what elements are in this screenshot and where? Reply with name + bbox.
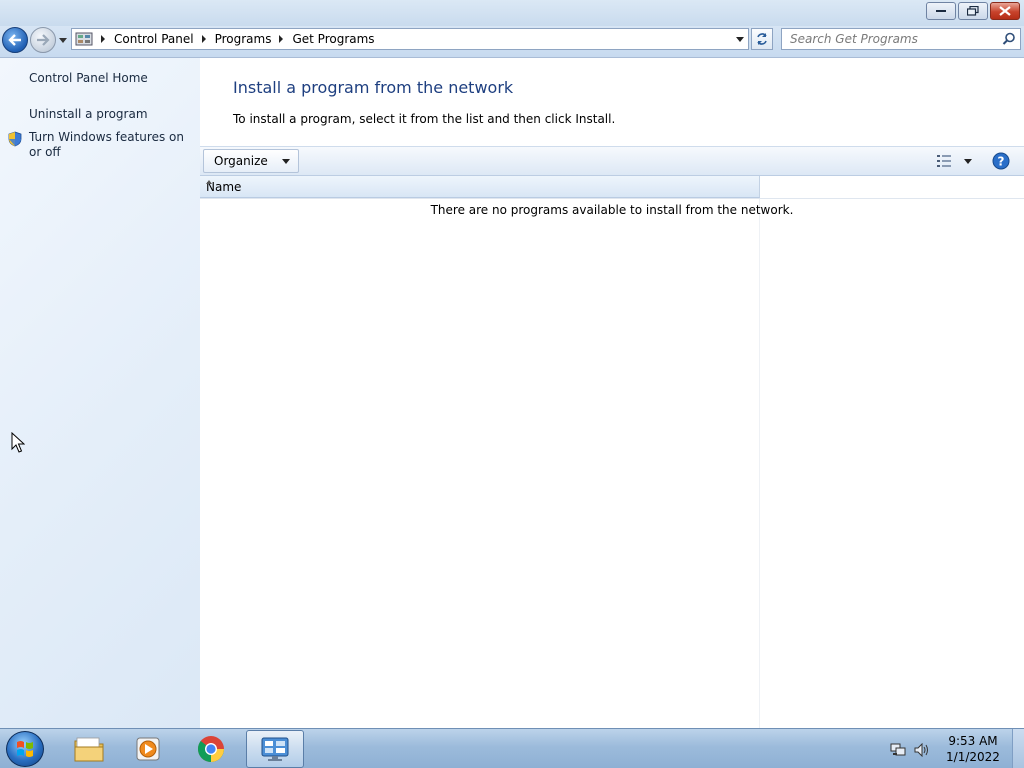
refresh-button[interactable] (751, 28, 773, 50)
control-panel-home-link[interactable]: Control Panel Home (29, 71, 148, 86)
media-player-icon (136, 737, 160, 761)
taskbar-clock[interactable]: 9:53 AM 1/1/2022 (942, 733, 1004, 765)
restore-button[interactable] (958, 2, 988, 20)
clock-time: 9:53 AM (948, 734, 998, 748)
breadcrumb-get-programs[interactable]: Get Programs (292, 32, 374, 46)
back-button[interactable] (2, 27, 28, 53)
main-content: Install a program from the network To in… (200, 58, 1024, 728)
search-icon[interactable] (1002, 32, 1016, 46)
close-icon (999, 6, 1011, 16)
restore-icon (967, 6, 979, 16)
uninstall-program-link[interactable]: Uninstall a program (29, 107, 148, 122)
clock-date: 1/1/2022 (946, 750, 1000, 764)
control-panel-icon (261, 737, 289, 761)
search-box (781, 28, 1021, 50)
change-view-icon[interactable] (936, 154, 952, 168)
navigation-bar: Control Panel Programs Get Programs (0, 26, 1024, 58)
page-header: Install a program from the network To in… (200, 58, 1024, 146)
minimize-button[interactable] (926, 2, 956, 20)
chrome-icon (197, 736, 225, 763)
taskbar-control-panel-button[interactable] (246, 730, 304, 768)
volume-icon[interactable] (914, 743, 930, 757)
page-instructions: To install a program, select it from the… (233, 112, 616, 126)
task-pane: Control Panel Home Uninstall a program T… (0, 58, 200, 728)
column-header-row: Name (200, 176, 1024, 199)
address-history-dropdown-icon[interactable] (736, 37, 744, 42)
chevron-down-icon (281, 159, 290, 164)
svg-text:?: ? (998, 155, 1005, 169)
sort-ascending-icon (206, 180, 212, 184)
close-button[interactable] (990, 2, 1020, 20)
breadcrumb-separator-icon[interactable] (279, 35, 284, 43)
minimize-icon (936, 10, 946, 12)
page-title: Install a program from the network (233, 78, 514, 97)
refresh-icon (757, 33, 767, 45)
view-options-dropdown-icon[interactable] (964, 159, 972, 164)
taskbar-explorer-button[interactable] (60, 730, 118, 768)
taskbar: 9:53 AM 1/1/2022 (0, 728, 1024, 768)
window-titlebar (0, 0, 1024, 26)
network-icon[interactable] (890, 743, 906, 757)
command-bar: Organize ? (200, 146, 1024, 176)
column-header-name[interactable]: Name (200, 176, 760, 198)
breadcrumb-separator-icon[interactable] (201, 35, 206, 43)
column-divider (759, 199, 760, 728)
windows-explorer-icon (74, 737, 104, 762)
breadcrumb-control-panel[interactable]: Control Panel (114, 32, 194, 46)
shield-icon (8, 131, 22, 147)
control-panel-icon (75, 32, 93, 46)
organize-button[interactable]: Organize (203, 149, 299, 173)
breadcrumb-separator-icon[interactable] (101, 35, 105, 43)
taskbar-chrome-button[interactable] (182, 730, 240, 768)
taskbar-media-player-button[interactable] (120, 730, 178, 768)
breadcrumb-programs[interactable]: Programs (215, 32, 272, 46)
forward-arrow-icon (37, 34, 50, 46)
turn-windows-features-link[interactable]: Turn Windows features on or off (29, 130, 189, 160)
recent-pages-dropdown-icon[interactable] (58, 35, 68, 45)
windows-logo-icon (17, 741, 33, 757)
empty-list-message: There are no programs available to insta… (430, 203, 794, 217)
mouse-cursor-icon (11, 432, 25, 453)
forward-button[interactable] (30, 27, 56, 53)
back-arrow-icon (8, 34, 21, 46)
search-input[interactable] (782, 29, 996, 49)
organize-label: Organize (214, 154, 268, 168)
help-icon[interactable]: ? (992, 152, 1010, 170)
start-button[interactable] (6, 731, 44, 767)
address-bar[interactable]: Control Panel Programs Get Programs (71, 28, 749, 50)
show-desktop-button[interactable] (1012, 729, 1024, 768)
